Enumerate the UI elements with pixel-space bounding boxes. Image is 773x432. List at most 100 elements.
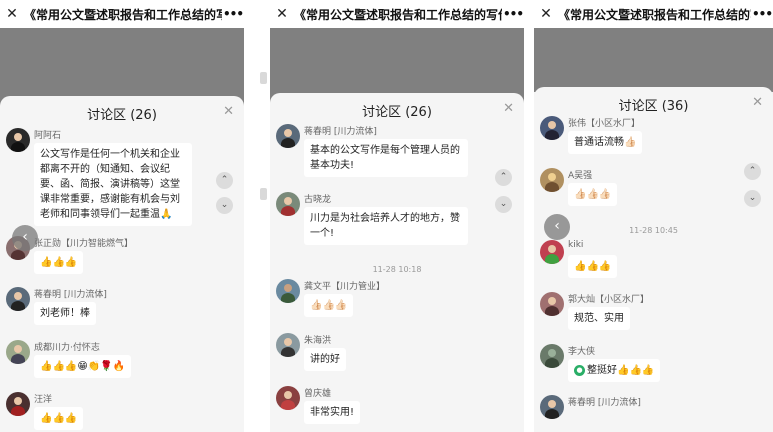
comment-item: A吴强 👍🏻👍🏻👍🏻 <box>540 168 767 208</box>
commenter-name: 朱海洪 <box>304 336 332 346</box>
more-dots-icon[interactable]: ••• <box>502 7 524 21</box>
discussion-title: 讨论区 (36) <box>618 99 689 114</box>
comment-item: 张正勋【川力智能燃气】 👍👍👍 <box>6 236 238 276</box>
sheet-close-icon[interactable]: ✕ <box>223 104 234 119</box>
avatar <box>6 340 30 364</box>
avatar <box>276 333 300 357</box>
comment-text: 👍👍👍 <box>34 407 84 430</box>
more-dots-icon[interactable]: ••• <box>751 7 773 21</box>
avatar <box>276 279 300 303</box>
avatar <box>6 392 30 416</box>
commenter-name: 蒋春明 [川力流体] <box>34 290 107 300</box>
sheet-close-icon[interactable]: ✕ <box>503 101 514 116</box>
discussion-sheet: 讨论区 (36) ✕ 张伟【小区水厂】 普通话流畅👍🏻 A吴强 👍🏻👍🏻👍🏻 1… <box>534 87 773 432</box>
avatar <box>540 116 564 140</box>
video-area[interactable] <box>534 28 773 92</box>
comment-text: 刘老师！棒 <box>34 302 96 325</box>
commenter-name: kiki <box>568 240 584 250</box>
comment-item: kiki 👍👍👍 <box>540 240 767 280</box>
comment-text: 整挺好👍👍👍 <box>587 365 655 376</box>
comment-text: 👍🏻👍🏻👍🏻 <box>568 183 618 206</box>
comment-text: 👍👍👍 <box>34 251 84 274</box>
scroll-up-icon[interactable]: ⌃ <box>744 163 761 180</box>
close-icon[interactable]: ✕ <box>534 6 558 22</box>
scroll-down-icon[interactable]: ⌄ <box>216 197 233 214</box>
scroll-up-icon[interactable]: ⌃ <box>216 172 233 189</box>
commenter-name: 张伟【小区水厂】 <box>568 119 641 129</box>
commenter-name: 郭大灿【小区水厂】 <box>568 295 650 305</box>
comment-text: 👍👍👍😁👏🌹🔥 <box>34 355 132 378</box>
screen-gap-2 <box>524 0 534 432</box>
comment-item: 朱海洪 讲的好 <box>276 333 518 373</box>
more-dots-icon[interactable]: ••• <box>222 7 244 21</box>
commenter-name: 汪洋 <box>34 395 53 405</box>
avatar <box>6 128 30 152</box>
avatar <box>540 168 564 192</box>
discussion-title: 讨论区 (26) <box>87 108 157 123</box>
comment-item: 汪洋 👍👍👍 <box>6 392 238 432</box>
avatar <box>6 287 30 311</box>
comment-text: 👍🏻👍🏻👍🏻 <box>304 294 354 317</box>
discussion-title: 讨论区 (26) <box>362 105 432 120</box>
commenter-name: 曾庆雄 <box>304 389 332 399</box>
comment-text: 公文写作是任何一个机关和企业都离不开的（知通知、会议纪要、函、简报、演讲稿等）这… <box>34 143 192 226</box>
comment-item: 蒋春明 [川力流体] 基本的公文写作是每个管理人员的基本功夫! <box>276 124 518 184</box>
close-icon[interactable]: ✕ <box>0 6 24 22</box>
comment-item: 蒋春明 [川力流体] 刘老师！棒 <box>6 287 238 327</box>
scroll-down-icon[interactable]: ⌄ <box>495 196 512 213</box>
discussion-sheet: 讨论区 (26) ✕ 阿阿石 公文写作是任何一个机关和企业都离不开的（知通知、会… <box>0 96 244 432</box>
close-icon[interactable]: ✕ <box>270 6 294 22</box>
comment-item: 龚文平【川力管业】 👍🏻👍🏻👍🏻 <box>276 279 518 319</box>
discussion-sheet: 讨论区 (26) ✕ 蒋春明 [川力流体] 基本的公文写作是每个管理人员的基本功… <box>270 93 524 432</box>
phone-screen-3: ✕ 《常用公文暨述职报告和工作总结的写作》 ••• 讨论区 (36) ✕ 张伟【… <box>534 0 773 432</box>
comment-item: 李大侠 ● 整挺好👍👍👍 <box>540 344 767 384</box>
comment-item: 蒋春明 [川力流体] <box>540 395 767 425</box>
scroll-up-icon[interactable]: ⌃ <box>495 169 512 186</box>
screen-gap-1 <box>244 0 270 432</box>
comment-text: 规范、实用 <box>568 307 630 330</box>
page-title: 《常用公文暨述职报告和工作总结的写作》 <box>24 7 222 22</box>
commenter-name: 古晓龙 <box>304 195 332 205</box>
comment-text: 川力是为社会培养人才的地方，赞一个! <box>304 207 468 245</box>
comment-item: 成都川力·付怀志 👍👍👍😁👏🌹🔥 <box>6 340 238 380</box>
comment-item: 古晓龙 川力是为社会培养人才的地方，赞一个! <box>276 192 518 252</box>
timestamp: 11-28 10:18 <box>372 265 422 274</box>
comment-item: 曾庆雄 非常实用! <box>276 386 518 426</box>
commenter-name: 蒋春明 [川力流体] <box>304 127 377 137</box>
comment-text: 基本的公文写作是每个管理人员的基本功夫! <box>304 139 468 177</box>
scroll-down-icon[interactable]: ⌄ <box>744 190 761 207</box>
commenter-name: 成都川力·付怀志 <box>34 343 100 353</box>
gap-marker <box>260 72 267 84</box>
title-bar: ✕ 《常用公文暨述职报告和工作总结的写作》 ••• <box>270 0 524 28</box>
avatar <box>540 292 564 316</box>
back-arrow-icon[interactable]: ‹ <box>12 225 38 251</box>
avatar <box>276 124 300 148</box>
gap-marker <box>260 188 267 200</box>
comment-item: 阿阿石 公文写作是任何一个机关和企业都离不开的（知通知、会议纪要、函、简报、演讲… <box>6 128 238 228</box>
comment-text: 👍👍👍 <box>568 255 618 278</box>
comment-bubble: ● 整挺好👍👍👍 <box>568 359 661 382</box>
phone-screen-1: ✕ 《常用公文暨述职报告和工作总结的写作》 ••• 讨论区 (26) ✕ 阿阿石… <box>0 0 244 432</box>
commenter-name: 龚文平【川力管业】 <box>304 282 386 292</box>
commenter-name: 张正勋【川力智能燃气】 <box>34 239 134 249</box>
comment-text: 讲的好 <box>304 348 346 371</box>
commenter-name: 李大侠 <box>568 347 596 357</box>
phone-screen-2: ✕ 《常用公文暨述职报告和工作总结的写作》 ••• 讨论区 (26) ✕ 蒋春明… <box>270 0 524 432</box>
commenter-name: 阿阿石 <box>34 131 62 141</box>
commenter-name: A吴强 <box>568 171 593 181</box>
page-title: 《常用公文暨述职报告和工作总结的写作》 <box>294 7 502 22</box>
comment-item: 郭大灿【小区水厂】 规范、实用 <box>540 292 767 332</box>
avatar <box>276 192 300 216</box>
back-arrow-icon[interactable]: ‹ <box>544 214 570 240</box>
avatar <box>540 395 564 419</box>
title-bar: ✕ 《常用公文暨述职报告和工作总结的写作》 ••• <box>534 0 773 28</box>
comment-item: 张伟【小区水厂】 普通话流畅👍🏻 <box>540 116 767 156</box>
comment-text: 非常实用! <box>304 401 361 424</box>
comment-text: 普通话流畅👍🏻 <box>568 131 643 154</box>
wechat-icon: ● <box>574 364 585 376</box>
avatar <box>276 386 300 410</box>
page-title: 《常用公文暨述职报告和工作总结的写作》 <box>558 7 751 22</box>
avatar <box>540 240 564 264</box>
title-bar: ✕ 《常用公文暨述职报告和工作总结的写作》 ••• <box>0 0 244 28</box>
sheet-close-icon[interactable]: ✕ <box>752 95 763 110</box>
